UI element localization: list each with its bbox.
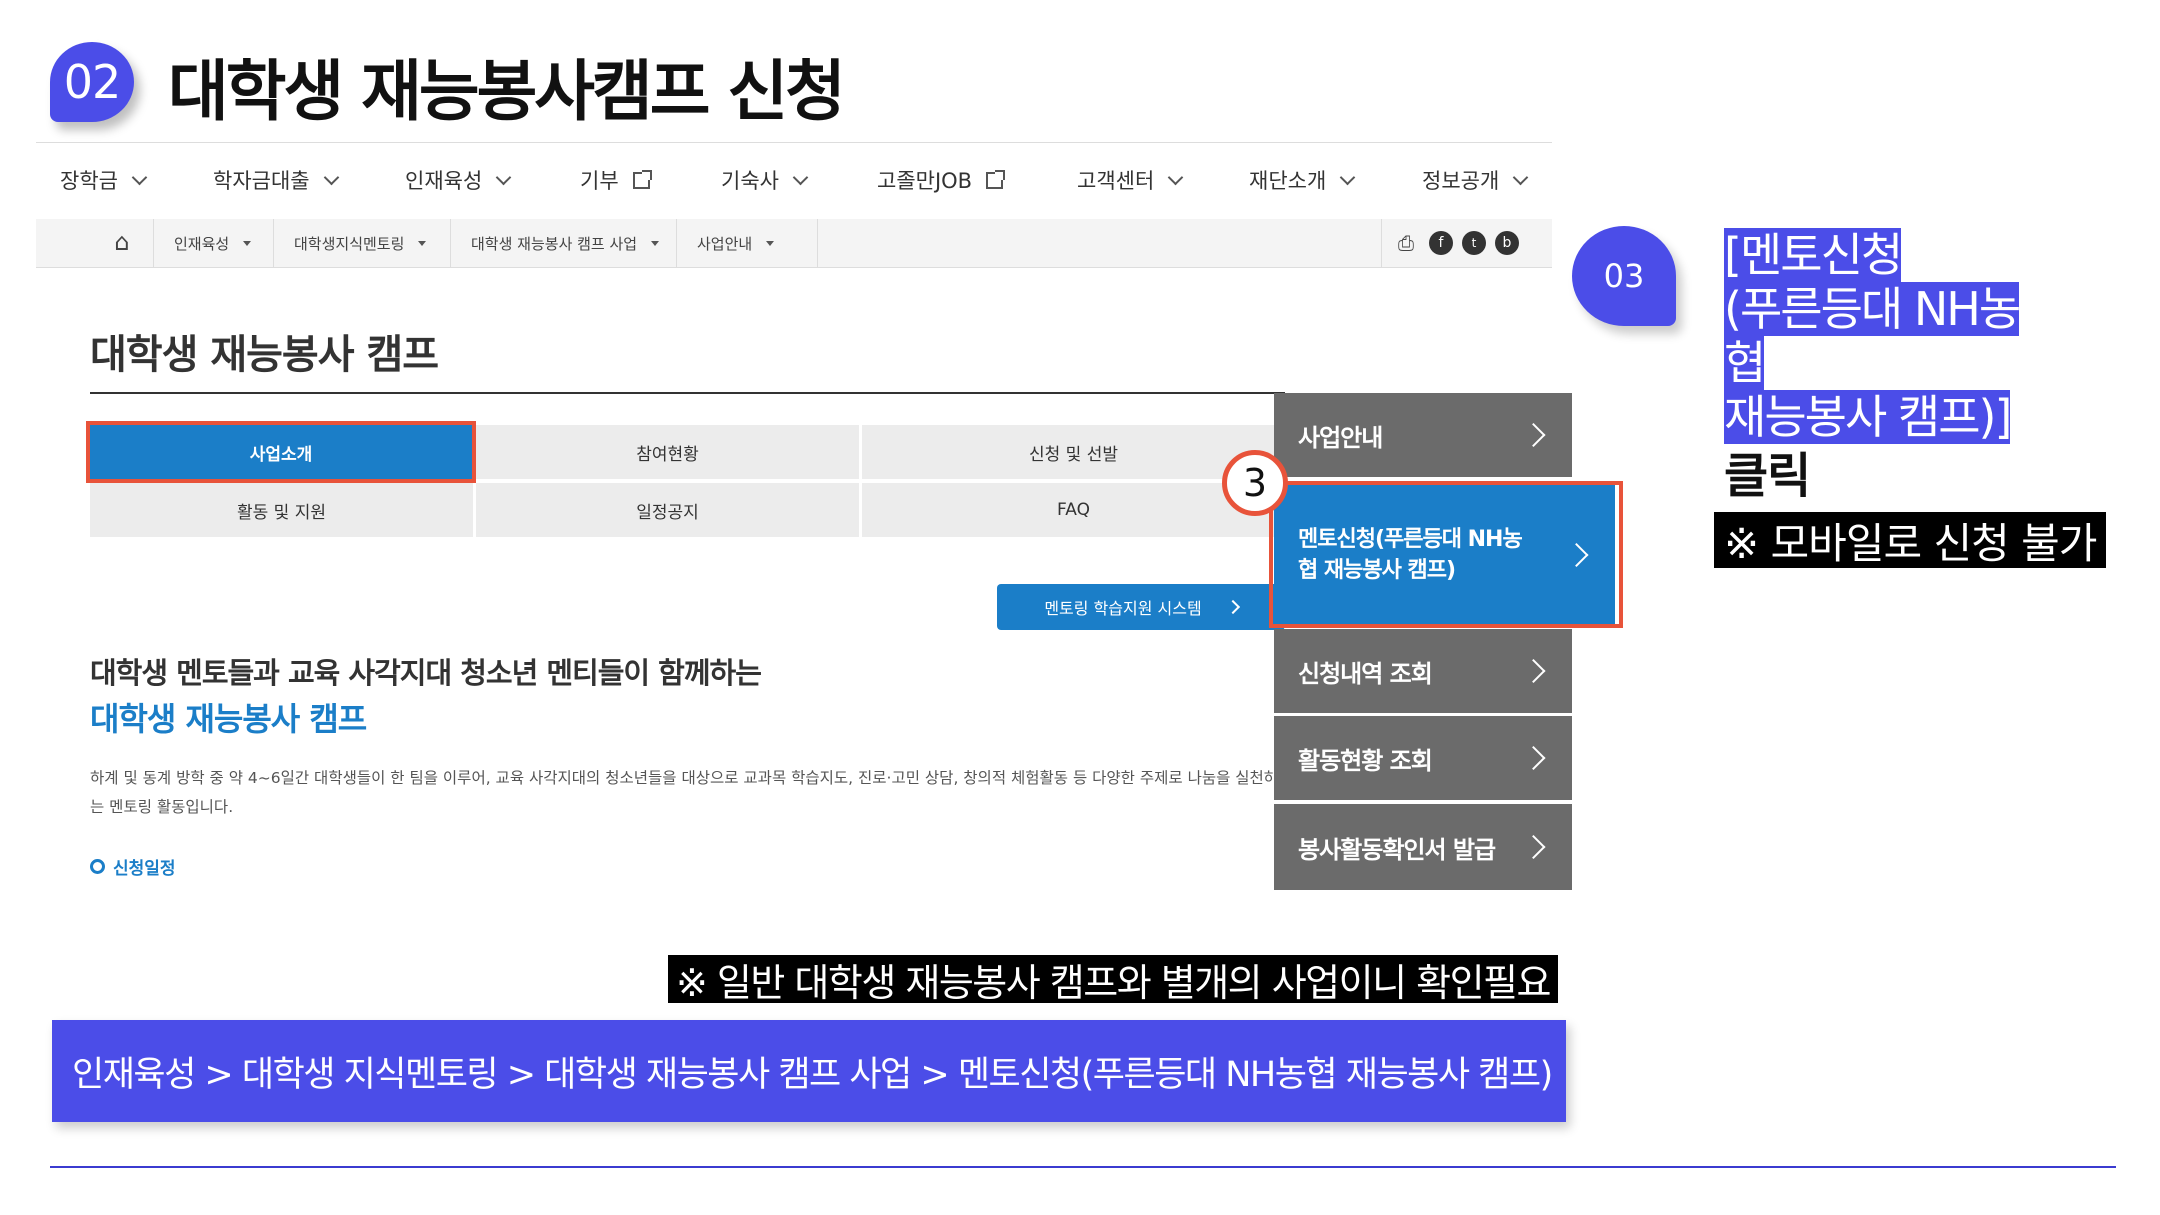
side-menu-label: 봉사활동확인서 발급 bbox=[1298, 835, 1496, 864]
gnb-label: 기숙사 bbox=[721, 169, 779, 193]
intro-highlight: 대학생 재능봉사 캠프 bbox=[90, 700, 367, 738]
chevron-right-icon bbox=[1225, 599, 1240, 615]
caret-down-icon bbox=[651, 240, 660, 246]
gnb-item-talent[interactable]: 인재육성 bbox=[405, 165, 512, 195]
breadcrumb: ⌂ 인재육성 대학생지식멘토링 대학생 재능봉사 캠프 사업 사업안내 ⎙ f … bbox=[36, 219, 1552, 268]
twitter-icon[interactable]: t bbox=[1462, 231, 1486, 255]
note-line: [멘토신청 bbox=[1724, 228, 1903, 282]
gnb-label: 기부 bbox=[580, 169, 619, 193]
gnb-item-customer-center[interactable]: 고객센터 bbox=[1077, 165, 1184, 195]
caret-down-icon bbox=[243, 240, 252, 246]
navigation-path: 인재육성 > 대학생 지식멘토링 > 대학생 재능봉사 캠프 사업 > 멘토신청… bbox=[52, 1020, 1566, 1122]
tab-apply-select[interactable]: 신청 및 선발 bbox=[862, 425, 1285, 479]
chevron-down-icon bbox=[1168, 169, 1184, 185]
separate-program-note: ※ 일반 대학생 재능봉사 캠프와 별개의 사업이니 확인필요 bbox=[668, 955, 1558, 1005]
side-menu-label: 사업안내 bbox=[1298, 423, 1383, 452]
intro-text: 대학생 멘토들과 교육 사각지대 청소년 멘티들이 함께하는 bbox=[90, 656, 762, 690]
mentor-apply-note: [멘토신청 (푸른등대 NH농협 재능봉사 캠프)] bbox=[1724, 228, 2054, 444]
slide-title: 대학생 재능봉사캠프 신청 bbox=[168, 53, 846, 130]
gnb-label: 정보공개 bbox=[1422, 169, 1500, 193]
highlight-box bbox=[1269, 481, 1623, 628]
tab-activity-support[interactable]: 활동 및 지원 bbox=[90, 483, 473, 537]
breadcrumb-label: 대학생지식멘토링 bbox=[294, 234, 405, 253]
step-number-badge: 02 bbox=[50, 42, 134, 122]
external-link-icon bbox=[986, 169, 1006, 189]
chevron-down-icon bbox=[1340, 169, 1356, 185]
divider bbox=[1381, 219, 1382, 267]
footer-rule bbox=[50, 1166, 2116, 1168]
tab-schedule[interactable]: 일정공지 bbox=[476, 483, 859, 537]
gnb-item-about[interactable]: 재단소개 bbox=[1249, 165, 1356, 195]
chevron-right-icon bbox=[1521, 745, 1546, 771]
gnb-label: 인재육성 bbox=[405, 169, 483, 193]
gnb-label: 학자금대출 bbox=[213, 169, 310, 193]
highlight-box bbox=[86, 421, 476, 483]
circle-bullet-icon bbox=[90, 859, 105, 874]
gnb-item-donation[interactable]: 기부 bbox=[580, 165, 652, 195]
chevron-down-icon bbox=[1513, 169, 1529, 185]
chevron-down-icon bbox=[323, 169, 339, 185]
gnb-label: 장학금 bbox=[60, 169, 118, 193]
gnb-item-dormitory[interactable]: 기숙사 bbox=[721, 165, 809, 195]
caret-down-icon bbox=[418, 240, 427, 246]
mobile-warning: ※ 모바일로 신청 불가 bbox=[1714, 512, 2107, 568]
chevron-down-icon bbox=[496, 169, 512, 185]
gnb-label: 재단소개 bbox=[1249, 169, 1327, 193]
side-menu-application-history[interactable]: 신청내역 조회 bbox=[1274, 629, 1572, 713]
gnb-label: 고졸만JOB bbox=[877, 169, 973, 193]
breadcrumb-label: 사업안내 bbox=[697, 234, 753, 253]
title-divider bbox=[90, 392, 1285, 394]
side-menu-activity-status[interactable]: 활동현황 조회 bbox=[1274, 716, 1572, 800]
gnb-item-disclosure[interactable]: 정보공개 bbox=[1422, 165, 1529, 195]
gnb-label: 고객센터 bbox=[1077, 169, 1155, 193]
global-nav: 장학금 학자금대출 인재육성 기부 기숙사 고졸만JOB 고객센터 재단소개 정… bbox=[36, 142, 1552, 220]
step-marker-3: 3 bbox=[1222, 450, 1288, 516]
breadcrumb-label: 인재육성 bbox=[174, 234, 230, 253]
mentoring-system-button[interactable]: 멘토링 학습지원 시스템 bbox=[997, 584, 1285, 630]
breadcrumb-item-overview[interactable]: 사업안내 bbox=[676, 219, 818, 267]
chevron-right-icon bbox=[1521, 658, 1546, 684]
print-icon[interactable]: ⎙ bbox=[1394, 231, 1418, 255]
chevron-right-icon bbox=[1521, 422, 1546, 448]
side-menu-label: 활동현황 조회 bbox=[1298, 746, 1433, 775]
chevron-right-icon bbox=[1521, 834, 1546, 860]
description: 하계 및 동계 방학 중 약 4~6일간 대학생들이 한 팀을 이루어, 교육 … bbox=[90, 769, 1279, 816]
note-line: (푸른등대 NH농협 bbox=[1724, 282, 2021, 390]
external-link-icon bbox=[632, 169, 652, 189]
chevron-down-icon bbox=[792, 169, 809, 185]
side-menu-label: 신청내역 조회 bbox=[1298, 659, 1433, 688]
button-label: 멘토링 학습지원 시스템 bbox=[1044, 599, 1202, 618]
schedule-heading: 신청일정 bbox=[90, 854, 176, 877]
breadcrumb-label: 대학생 재능봉사 캠프 사업 bbox=[471, 234, 638, 253]
breadcrumb-item-mentoring[interactable]: 대학생지식멘토링 bbox=[273, 219, 471, 267]
click-instruction: 클릭 bbox=[1724, 448, 1811, 504]
blog-icon[interactable]: b bbox=[1495, 231, 1519, 255]
chevron-down-icon bbox=[131, 169, 148, 185]
caret-down-icon bbox=[766, 240, 775, 246]
gnb-item-job[interactable]: 고졸만JOB bbox=[877, 165, 1006, 195]
tab-participation[interactable]: 참여현황 bbox=[476, 425, 859, 479]
gnb-item-student-loan[interactable]: 학자금대출 bbox=[213, 165, 339, 195]
breadcrumb-item-camp[interactable]: 대학생 재능봉사 캠프 사업 bbox=[450, 219, 697, 267]
gnb-item-scholarship[interactable]: 장학금 bbox=[60, 165, 148, 195]
schedule-label: 신청일정 bbox=[113, 859, 176, 877]
home-icon[interactable]: ⌂ bbox=[108, 228, 136, 256]
facebook-icon[interactable]: f bbox=[1429, 231, 1453, 255]
tab-faq[interactable]: FAQ bbox=[862, 483, 1285, 537]
page-title: 대학생 재능봉사 캠프 bbox=[90, 332, 439, 378]
side-menu-overview[interactable]: 사업안내 bbox=[1274, 393, 1572, 477]
side-menu-certificate[interactable]: 봉사활동확인서 발급 bbox=[1274, 804, 1572, 890]
step-badge-03: 03 bbox=[1572, 226, 1676, 326]
